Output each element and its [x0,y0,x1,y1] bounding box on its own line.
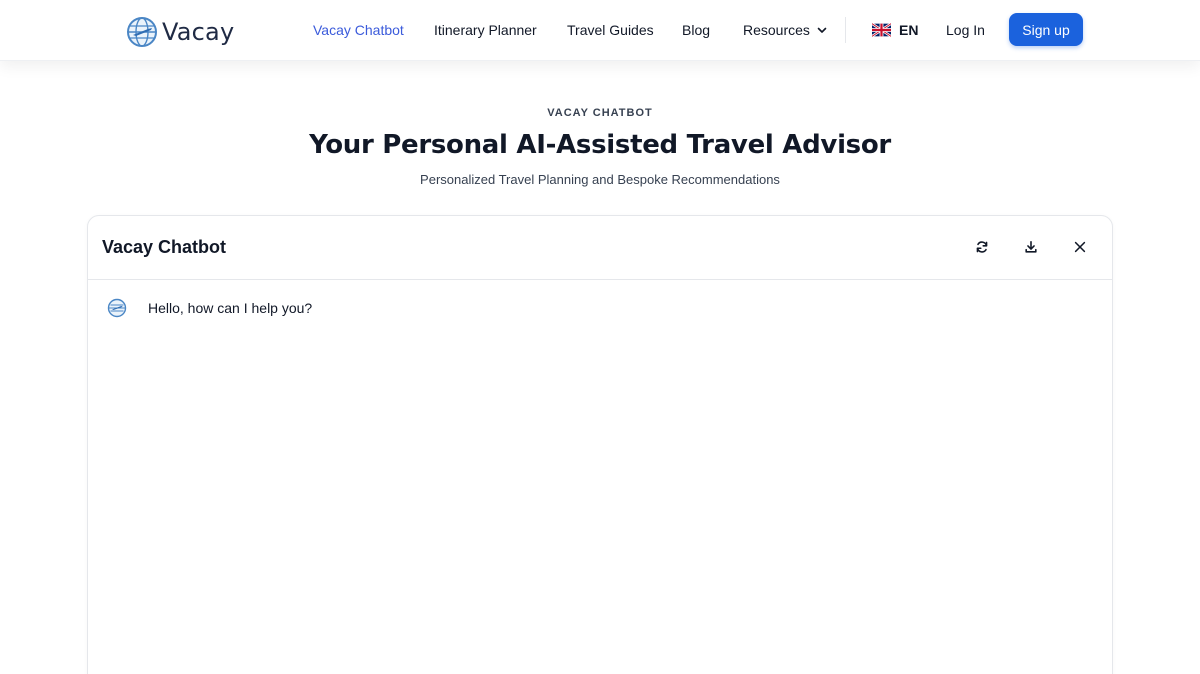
section-eyebrow: VACAY CHATBOT [547,107,653,119]
nav-itinerary-planner[interactable]: Itinerary Planner [434,21,537,39]
chat-title: Vacay Chatbot [102,237,227,257]
uk-flag-icon [872,23,891,37]
brand-name: Vacay [162,18,235,46]
download-button[interactable] [1022,238,1040,256]
nav-travel-guides[interactable]: Travel Guides [567,21,654,39]
close-icon [1074,241,1086,253]
chat-message-text: Hello, how can I help you? [148,300,313,316]
chevron-down-icon [817,27,827,33]
nav-resources-dropdown[interactable]: Resources [743,21,828,39]
site-header: Vacay Vacay Chatbot Itinerary Planner Tr… [0,0,1200,61]
chat-panel: Vacay Chatbot Hello, how can I help you? [87,215,1113,674]
close-button[interactable] [1071,238,1089,256]
nav-resources-label: Resources [743,22,810,38]
logo-link[interactable]: Vacay [126,16,234,48]
nav-vacay-chatbot[interactable]: Vacay Chatbot [313,21,404,39]
download-icon [1025,240,1037,253]
nav-blog[interactable]: Blog [682,21,710,39]
login-link[interactable]: Log In [946,21,985,39]
language-selector[interactable]: EN [872,21,918,39]
page-title: Your Personal AI-Assisted Travel Advisor [309,130,891,160]
language-code: EN [899,22,919,38]
chat-message: Hello, how can I help you? [107,298,312,318]
page-subtitle: Personalized Travel Planning and Bespoke… [420,172,780,187]
bot-avatar-icon [107,298,127,318]
chat-header: Vacay Chatbot [88,216,1112,280]
refresh-button[interactable] [973,238,991,256]
refresh-icon [976,241,988,253]
nav-divider [845,17,846,43]
signup-button[interactable]: Sign up [1009,13,1083,46]
globe-plane-icon [127,17,157,47]
